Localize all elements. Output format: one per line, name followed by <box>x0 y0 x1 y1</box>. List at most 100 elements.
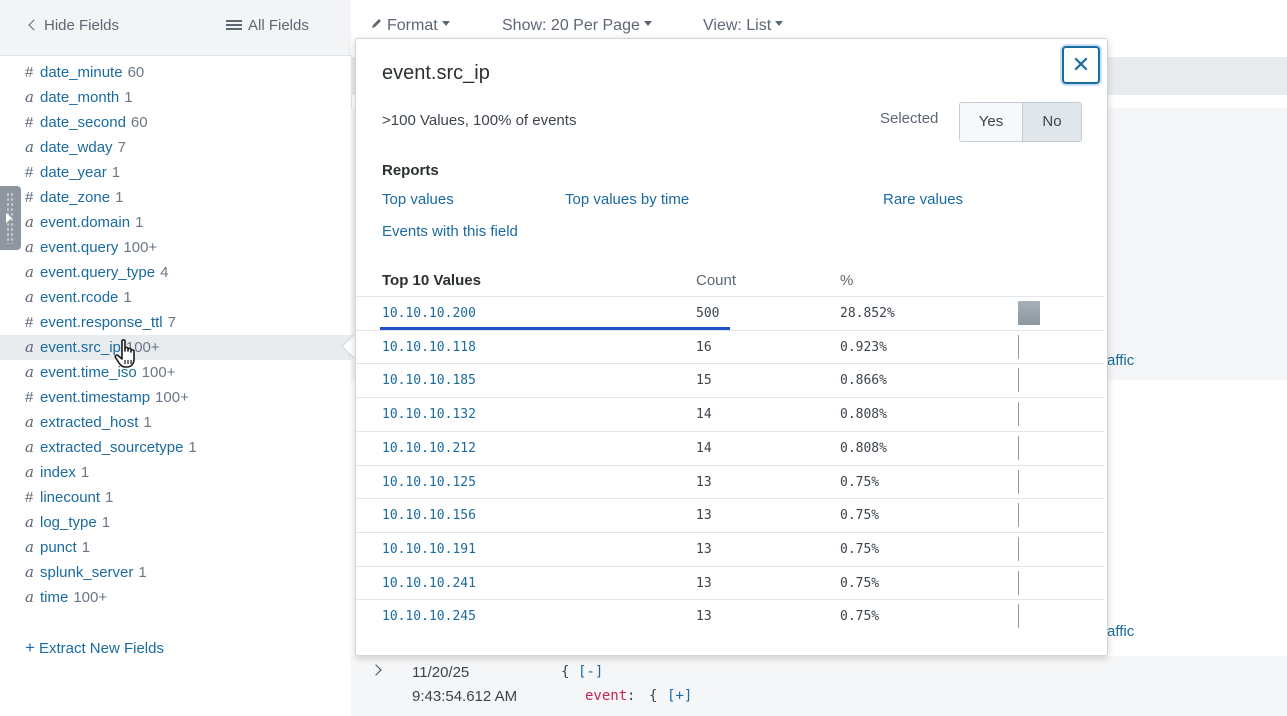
format-menu[interactable]: Format <box>370 17 450 35</box>
field-name[interactable]: linecount <box>40 489 100 506</box>
cell-value[interactable]: 10.10.10.132 <box>382 407 476 422</box>
field-item[interactable]: # date_zone 1 <box>0 185 351 210</box>
table-row[interactable]: 10.10.10.125 13 0.75% <box>356 464 1104 499</box>
field-name[interactable]: date_wday <box>40 139 113 156</box>
field-count: 100+ <box>141 364 176 381</box>
field-item[interactable]: a event.query 100+ <box>0 235 351 260</box>
percent-bar <box>1018 301 1040 325</box>
table-row[interactable]: 10.10.10.132 14 0.808% <box>356 397 1104 431</box>
field-item[interactable]: a extracted_host 1 <box>0 410 351 435</box>
format-label: Format <box>387 17 438 34</box>
field-name[interactable]: extracted_host <box>40 414 138 431</box>
field-name[interactable]: event.src_ip <box>40 339 121 356</box>
field-item[interactable]: a extracted_sourcetype 1 <box>0 435 351 460</box>
table-row[interactable]: 10.10.10.241 13 0.75% <box>356 565 1104 600</box>
cell-value[interactable]: 10.10.10.125 <box>382 475 476 490</box>
field-item[interactable]: a time 100+ <box>0 585 351 610</box>
field-name[interactable]: extracted_sourcetype <box>40 439 183 456</box>
cell-value[interactable]: 10.10.10.185 <box>382 373 476 388</box>
sidebar-collapse-handle[interactable] <box>0 186 21 250</box>
json-expand-toggle[interactable]: [+] <box>667 688 692 704</box>
row-highlight-underline <box>380 327 730 330</box>
cell-percent: 0.75% <box>840 508 880 524</box>
field-name[interactable]: event.domain <box>40 214 130 231</box>
field-name[interactable]: event.query_type <box>40 264 155 281</box>
field-item[interactable]: a date_wday 7 <box>0 135 351 160</box>
field-name[interactable]: log_type <box>40 514 97 531</box>
cell-percent: 0.923% <box>840 339 887 355</box>
cell-value[interactable]: 10.10.10.241 <box>382 576 476 591</box>
field-item[interactable]: a punct 1 <box>0 535 351 560</box>
table-row[interactable]: 10.10.10.156 13 0.75% <box>356 498 1104 532</box>
field-name[interactable]: date_month <box>40 89 119 106</box>
all-fields-button[interactable]: All Fields <box>226 17 309 34</box>
field-item[interactable]: a event.query_type 4 <box>0 260 351 285</box>
field-item[interactable]: a splunk_server 1 <box>0 560 351 585</box>
field-name[interactable]: punct <box>40 539 77 556</box>
field-count: 4 <box>160 264 169 281</box>
field-name[interactable]: date_zone <box>40 189 110 206</box>
table-row[interactable]: 10.10.10.191 13 0.75% <box>356 531 1104 566</box>
table-row[interactable]: 10.10.10.245 13 0.75% <box>356 599 1104 633</box>
string-type-icon: a <box>25 88 34 106</box>
field-name[interactable]: date_second <box>40 114 126 131</box>
json-collapse-toggle[interactable]: [-] <box>578 664 603 680</box>
table-row[interactable]: 10.10.10.212 14 0.808% <box>356 430 1104 465</box>
selected-no-button[interactable]: No <box>1023 103 1081 141</box>
field-item[interactable]: a index 1 <box>0 460 351 485</box>
field-item[interactable]: a date_month 1 <box>0 85 351 110</box>
extract-new-fields-link[interactable]: + Extract New Fields <box>25 638 164 658</box>
string-type-icon: a <box>25 563 34 581</box>
field-name[interactable]: splunk_server <box>40 564 133 581</box>
field-item[interactable]: a event.rcode 1 <box>0 285 351 310</box>
show-per-page-menu[interactable]: Show: 20 Per Page <box>502 17 652 35</box>
string-type-icon: a <box>25 213 34 231</box>
view-menu[interactable]: View: List <box>703 17 784 35</box>
close-button[interactable]: ✕ <box>1062 46 1100 84</box>
table-row[interactable]: 10.10.10.118 16 0.923% <box>356 329 1104 364</box>
field-name[interactable]: time <box>40 589 68 606</box>
field-item[interactable]: a event.src_ip 100+ <box>0 335 351 360</box>
field-item[interactable]: # event.response_ttl 7 <box>0 310 351 335</box>
field-item[interactable]: a event.time_iso 100+ <box>0 360 351 385</box>
cell-value[interactable]: 10.10.10.118 <box>382 340 476 355</box>
field-item[interactable]: # event.timestamp 100+ <box>0 385 351 410</box>
field-name[interactable]: date_year <box>40 164 107 181</box>
top-values-link[interactable]: Top values <box>382 191 454 208</box>
cell-value[interactable]: 10.10.10.212 <box>382 441 476 456</box>
cell-percent: 0.808% <box>840 440 887 456</box>
field-name[interactable]: event.response_ttl <box>40 314 163 331</box>
field-count: 1 <box>143 414 152 431</box>
play-arrow-icon <box>6 213 12 223</box>
cell-value[interactable]: 10.10.10.191 <box>382 542 476 557</box>
table-row[interactable]: 10.10.10.185 15 0.866% <box>356 363 1104 397</box>
selected-yes-button[interactable]: Yes <box>960 103 1023 141</box>
field-name[interactable]: event.query <box>40 239 118 256</box>
top-values-by-time-link[interactable]: Top values by time <box>565 191 689 208</box>
field-item[interactable]: a event.domain 1 <box>0 210 351 235</box>
chevron-right-icon[interactable] <box>370 664 382 676</box>
field-item[interactable]: # date_second 60 <box>0 110 351 135</box>
traffic-text-fragment: affic <box>1107 352 1135 369</box>
field-name[interactable]: event.timestamp <box>40 389 150 406</box>
hide-fields-button[interactable]: Hide Fields <box>28 17 119 34</box>
string-type-icon: a <box>25 238 34 256</box>
field-item[interactable]: # date_minute 60 <box>0 60 351 85</box>
field-name[interactable]: event.rcode <box>40 289 118 306</box>
cell-value[interactable]: 10.10.10.245 <box>382 609 476 624</box>
cell-count: 16 <box>696 339 712 355</box>
cell-value[interactable]: 10.10.10.156 <box>382 508 476 523</box>
field-item[interactable]: # date_year 1 <box>0 160 351 185</box>
percent-bar <box>1018 368 1019 393</box>
chevron-left-icon <box>28 19 40 31</box>
numeric-type-icon: # <box>25 314 34 331</box>
field-item[interactable]: a log_type 1 <box>0 510 351 535</box>
caret-down-icon <box>643 21 652 27</box>
table-row[interactable]: 10.10.10.200 500 28.852% <box>356 296 1104 330</box>
field-name[interactable]: date_minute <box>40 64 123 81</box>
field-item[interactable]: # linecount 1 <box>0 485 351 510</box>
cell-value[interactable]: 10.10.10.200 <box>382 306 476 321</box>
field-name[interactable]: index <box>40 464 76 481</box>
rare-values-link[interactable]: Rare values <box>883 191 963 208</box>
events-with-this-field-link[interactable]: Events with this field <box>382 223 518 240</box>
